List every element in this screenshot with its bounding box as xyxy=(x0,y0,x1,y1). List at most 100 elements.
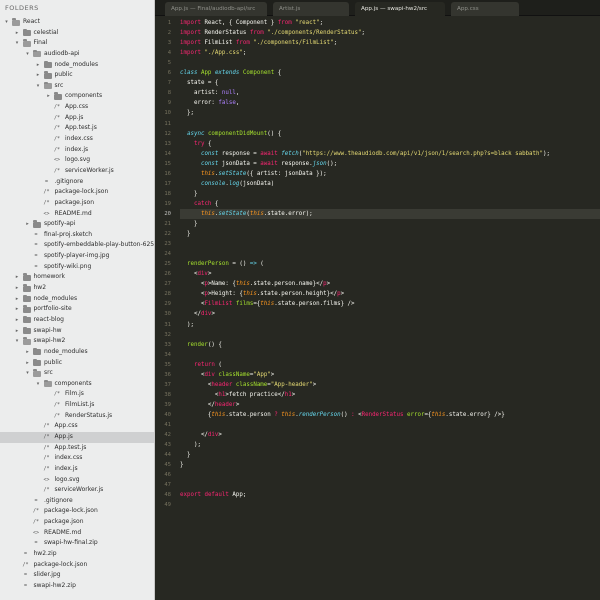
sidebar-file-row[interactable]: /* RenderStatus.js xyxy=(0,411,154,422)
code-line[interactable]: } xyxy=(180,460,184,470)
code-line[interactable]: } xyxy=(180,219,198,229)
tab[interactable]: App.css xyxy=(451,2,519,16)
code-line[interactable]: } xyxy=(180,450,191,460)
sidebar-folder-row[interactable]: ▾ swapi-hw2 xyxy=(0,336,154,347)
sidebar-file-row[interactable]: /* serviceWorker.js xyxy=(0,485,154,496)
code-line[interactable]: try { xyxy=(180,139,211,149)
sidebar-file-row[interactable]: /* Film.js xyxy=(0,389,154,400)
sidebar-file-row[interactable]: /* package.json xyxy=(0,517,154,528)
sidebar-folder-row[interactable]: ▸ react-blog xyxy=(0,315,154,326)
sidebar-file-row[interactable]: = .gitignore xyxy=(0,496,154,507)
sidebar-file-row[interactable]: = slider.jpg xyxy=(0,570,154,581)
chevron-right-icon[interactable]: ▸ xyxy=(35,60,42,71)
sidebar-folder-row[interactable]: ▾ components xyxy=(0,379,154,390)
sidebar-folder-row[interactable]: ▸ node_modules xyxy=(0,347,154,358)
sidebar-folder-row[interactable]: ▸ celestial xyxy=(0,28,154,39)
sidebar-file-row[interactable]: /* index.css xyxy=(0,134,154,145)
chevron-down-icon[interactable]: ▾ xyxy=(24,368,31,379)
sidebar-file-row[interactable]: <> README.md xyxy=(0,528,154,539)
code-line[interactable]: <p>Height: {this.state.person.height}</p… xyxy=(180,289,344,299)
code-line[interactable]: <div> xyxy=(180,269,211,279)
sidebar-file-row[interactable]: /* App.js xyxy=(0,113,154,124)
tab[interactable]: Artist.js xyxy=(273,2,349,16)
code-line[interactable]: ); xyxy=(180,440,201,450)
sidebar-file-row[interactable]: /* App.css xyxy=(0,102,154,113)
sidebar-file-row[interactable]: <> logo.svg xyxy=(0,155,154,166)
code-line[interactable]: artist: null, xyxy=(180,88,239,98)
chevron-right-icon[interactable]: ▸ xyxy=(14,315,21,326)
sidebar-file-row[interactable]: = swapi-hw-final.zip xyxy=(0,538,154,549)
code-line[interactable]: const jsonData = await response.json(); xyxy=(180,159,337,169)
code-line[interactable]: return ( xyxy=(180,360,222,370)
sidebar-file-row[interactable]: /* index.css xyxy=(0,453,154,464)
sidebar-file-row[interactable]: /* package.json xyxy=(0,198,154,209)
code-line[interactable]: </div> xyxy=(180,430,222,440)
code-line[interactable]: console.log(jsonData) xyxy=(180,179,274,189)
code-line[interactable]: <p>Name: {this.state.person.name}</p> xyxy=(180,279,330,289)
sidebar-folder-row[interactable]: ▸ node_modules xyxy=(0,60,154,71)
sidebar-file-row[interactable]: /* FilmList.js xyxy=(0,400,154,411)
chevron-right-icon[interactable]: ▸ xyxy=(14,272,21,283)
code-line[interactable]: <div className="App"> xyxy=(180,370,274,380)
sidebar-file-row[interactable]: = .gitignore xyxy=(0,177,154,188)
sidebar-file-row[interactable]: = swapi-hw2.zip xyxy=(0,581,154,592)
chevron-right-icon[interactable]: ▸ xyxy=(14,294,21,305)
code-line[interactable]: <header className="App-header"> xyxy=(180,380,316,390)
chevron-down-icon[interactable]: ▾ xyxy=(14,336,21,347)
code-line[interactable]: state = { xyxy=(180,78,218,88)
sidebar-file-row[interactable]: = spotify-player-img.jpg xyxy=(0,251,154,262)
chevron-down-icon[interactable]: ▾ xyxy=(3,17,10,28)
sidebar-file-row[interactable]: /* App.test.js xyxy=(0,443,154,454)
code-line[interactable]: ); xyxy=(180,320,194,330)
code-line[interactable]: class App extends Component { xyxy=(180,68,281,78)
chevron-down-icon[interactable]: ▾ xyxy=(35,379,42,390)
code-line[interactable]: </header> xyxy=(180,400,239,410)
chevron-right-icon[interactable]: ▸ xyxy=(14,28,21,39)
code-line[interactable]: catch { xyxy=(180,199,218,209)
code-line[interactable]: export default App; xyxy=(180,490,246,500)
chevron-down-icon[interactable]: ▾ xyxy=(35,81,42,92)
code-line[interactable]: this.setState({ artist: jsonData }); xyxy=(180,169,327,179)
sidebar-file-row[interactable]: /* index.js xyxy=(0,145,154,156)
chevron-right-icon[interactable]: ▸ xyxy=(14,304,21,315)
sidebar-file-row[interactable]: /* App.js xyxy=(0,431,154,443)
sidebar-folder-row[interactable]: ▾ React xyxy=(0,17,154,28)
code-line[interactable]: error: false, xyxy=(180,98,239,108)
code-line[interactable]: this.setState(this.state.error); xyxy=(180,208,600,219)
code-line[interactable]: import FilmList from "./components/FilmL… xyxy=(180,38,337,48)
code-line[interactable]: import React, { Component } from "react"… xyxy=(180,18,323,28)
code-line[interactable]: }; xyxy=(180,108,194,118)
sidebar-folder-row[interactable]: ▸ swapi-hw xyxy=(0,326,154,337)
chevron-down-icon[interactable]: ▾ xyxy=(24,49,31,60)
code-line[interactable]: const response = await fetch("https://ww… xyxy=(180,149,550,159)
sidebar-file-row[interactable]: = spotify-embeddable-play-button-625x294.… xyxy=(0,240,154,251)
sidebar-file-row[interactable]: /* serviceWorker.js xyxy=(0,166,154,177)
sidebar-file-row[interactable]: <> logo.svg xyxy=(0,475,154,486)
sidebar-folder-row[interactable]: ▸ portfolio-site xyxy=(0,304,154,315)
sidebar-folder-row[interactable]: ▸ spotify-api xyxy=(0,219,154,230)
sidebar-folder-row[interactable]: ▾ audiodb-api xyxy=(0,49,154,60)
sidebar-folder-row[interactable]: ▾ Final xyxy=(0,38,154,49)
chevron-right-icon[interactable]: ▸ xyxy=(24,347,31,358)
sidebar-folder-row[interactable]: ▾ src xyxy=(0,81,154,92)
code-line[interactable]: <FilmList films={this.state.person.films… xyxy=(180,299,355,309)
code-line[interactable]: } xyxy=(180,229,191,239)
sidebar-folder-row[interactable]: ▸ hw2 xyxy=(0,283,154,294)
sidebar-folder-row[interactable]: ▸ public xyxy=(0,358,154,369)
sidebar-file-row[interactable]: = hw2.zip xyxy=(0,549,154,560)
chevron-right-icon[interactable]: ▸ xyxy=(35,70,42,81)
sidebar-folder-row[interactable]: ▸ public xyxy=(0,70,154,81)
chevron-right-icon[interactable]: ▸ xyxy=(14,326,21,337)
code-line[interactable]: <h1>fetch practice</h1> xyxy=(180,390,295,400)
sidebar-file-row[interactable]: = spotify-wiki.png xyxy=(0,262,154,273)
tab-active[interactable]: App.js — swapi-hw2/src xyxy=(355,2,445,16)
code-line[interactable]: async componentDidMount() { xyxy=(180,129,281,139)
code-line[interactable]: render() { xyxy=(180,340,222,350)
code-line[interactable]: import "./App.css"; xyxy=(180,48,246,58)
sidebar-file-row[interactable]: <> README.md xyxy=(0,209,154,220)
chevron-right-icon[interactable]: ▸ xyxy=(14,283,21,294)
code-line[interactable]: </div> xyxy=(180,309,215,319)
sidebar-folder-row[interactable]: ▾ src xyxy=(0,368,154,379)
chevron-right-icon[interactable]: ▸ xyxy=(45,91,52,102)
sidebar-file-row[interactable]: /* package-lock.json xyxy=(0,506,154,517)
